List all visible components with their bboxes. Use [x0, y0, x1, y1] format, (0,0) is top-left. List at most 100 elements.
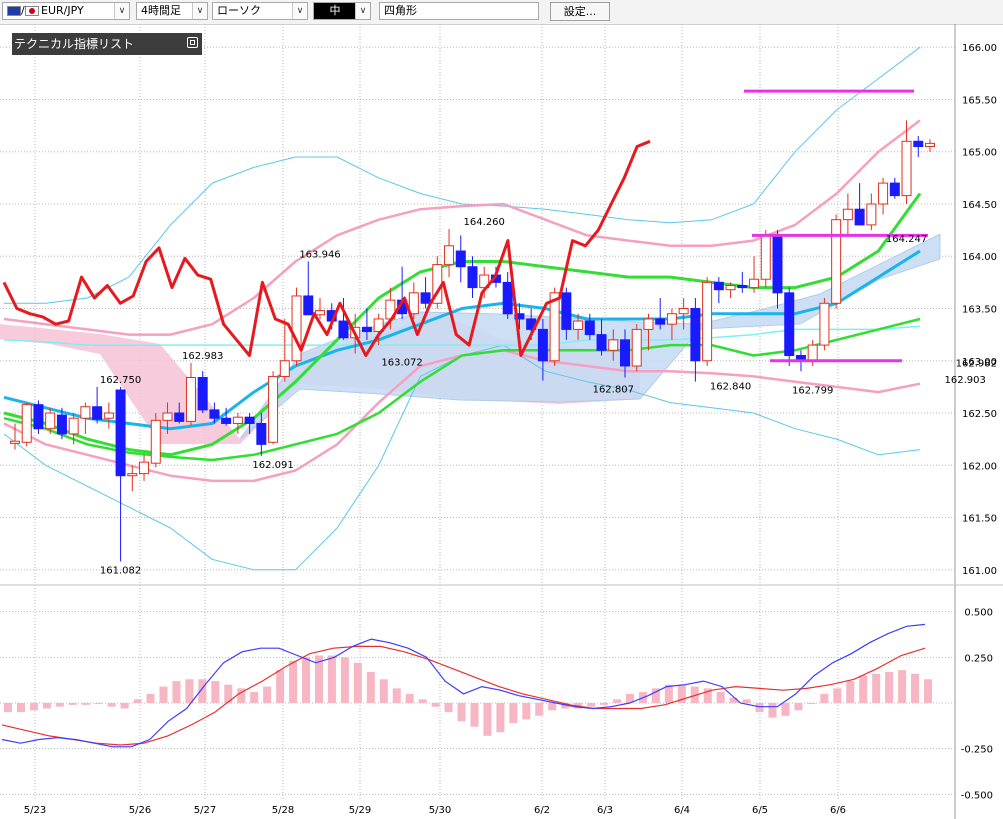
- candle-bull: [10, 440, 20, 444]
- candle-bear: [784, 292, 795, 357]
- date-tick-label: 5/23: [24, 805, 46, 816]
- candle-bear: [221, 417, 232, 424]
- macd-histogram-bar: [587, 703, 596, 707]
- candle-bull: [103, 412, 114, 419]
- price-tick-label: 164.50: [962, 200, 997, 211]
- candle-bull: [666, 313, 677, 325]
- macd-histogram-bar: [794, 703, 803, 711]
- macd-histogram-bar: [172, 681, 181, 703]
- candle-bull: [631, 328, 642, 367]
- candle-bull: [925, 142, 935, 148]
- timeframe-label: 4時間足: [141, 4, 181, 17]
- candle-bear: [244, 416, 255, 424]
- candle-bear: [197, 376, 208, 411]
- macd-histogram-bar: [742, 699, 751, 703]
- price-annotation: 164.247: [886, 234, 927, 245]
- macd-tick-label: 0.500: [964, 608, 993, 619]
- chart-type-select[interactable]: ローソク ∨: [212, 2, 308, 20]
- jp-flag-icon: [25, 6, 39, 16]
- candle-bear: [92, 406, 103, 420]
- macd-histogram-bar: [289, 660, 298, 703]
- candle-bear: [256, 422, 267, 445]
- date-tick-label: 6/3: [597, 805, 613, 816]
- candle-bull: [866, 203, 877, 226]
- indicator-list-panel[interactable]: テクニカル指標リスト: [12, 33, 202, 55]
- candle-bear: [620, 339, 630, 367]
- price-tick-label: 163.50: [962, 305, 997, 316]
- draw-shape-field[interactable]: 四角形: [379, 2, 539, 20]
- candle-bear: [737, 285, 748, 289]
- candle-bear: [854, 208, 865, 226]
- price-tick-label: 164.00: [962, 252, 997, 263]
- date-tick-label: 5/28: [272, 805, 294, 816]
- window-icon[interactable]: [187, 37, 198, 48]
- candle-bull: [725, 285, 736, 291]
- price-annotation: 162.983: [182, 351, 223, 362]
- timeframe-select[interactable]: 4時間足 ∨: [136, 2, 208, 20]
- candle-bull: [68, 417, 79, 435]
- toolbar: / EUR/JPY ∨ 4時間足 ∨ ローソク ∨ 中 ∨ 四角形 設定...: [0, 0, 1003, 25]
- macd-histogram-bar: [496, 703, 505, 733]
- draw-shape-label: 四角形: [384, 4, 417, 17]
- draw-size-label: 中: [314, 3, 356, 19]
- macd-histogram-bar: [924, 679, 932, 703]
- macd-histogram-bar: [613, 699, 622, 703]
- macd-histogram-bar: [81, 703, 90, 705]
- candle-bull: [185, 376, 196, 422]
- draw-size-select[interactable]: 中 ∨: [313, 2, 371, 20]
- date-tick-label: 6/5: [752, 805, 768, 816]
- macd-histogram-bar: [276, 670, 285, 703]
- candle-bear: [56, 414, 67, 435]
- macd-histogram-bar: [55, 703, 64, 707]
- candle-bull: [21, 404, 32, 443]
- candle-bull: [232, 416, 243, 424]
- symbol-select[interactable]: / EUR/JPY ∨: [2, 2, 130, 20]
- price-annotation: 162.903: [945, 375, 986, 386]
- price-axis: 166.00165.50165.00164.50164.00163.50163.…: [956, 43, 997, 577]
- chart-canvas[interactable]: 162.750 161.082 162.983 162.091 163.946 163.0…: [0, 24, 1003, 819]
- macd-histogram-bar: [263, 686, 272, 703]
- macd-histogram-bar: [431, 703, 440, 707]
- macd-histogram-bar: [807, 703, 816, 704]
- macd-histogram-bar: [120, 703, 129, 709]
- price-annotation: 162.807: [593, 385, 634, 396]
- candle-bull: [573, 320, 584, 330]
- candle-bear: [561, 292, 572, 330]
- candle-bear: [115, 389, 126, 477]
- macd-histogram-bar: [211, 681, 220, 703]
- candle-bear: [772, 234, 783, 294]
- macd-histogram-bar: [327, 655, 336, 703]
- date-tick-label: 5/27: [194, 805, 216, 816]
- current-price-label: 162.982: [956, 359, 997, 370]
- candle-bull: [444, 245, 455, 266]
- macd-histogram-bar: [833, 688, 842, 703]
- candle-bear: [584, 320, 595, 336]
- candle-bull: [549, 292, 560, 362]
- price-annotation: 162.840: [710, 381, 751, 392]
- price-annotation: 164.260: [464, 217, 505, 228]
- macd-histogram-bar: [159, 686, 168, 703]
- candle-bull: [807, 344, 818, 362]
- candle-bear: [174, 412, 185, 422]
- chevron-down-icon: ∨: [292, 3, 307, 19]
- settings-button[interactable]: 設定...: [550, 2, 610, 21]
- macd-histogram-bar: [68, 703, 77, 705]
- candle-bear: [209, 409, 220, 419]
- date-tick-label: 6/2: [534, 805, 550, 816]
- price-tick-label: 162.50: [962, 409, 997, 420]
- price-tick-label: 165.00: [962, 148, 997, 159]
- macd-histogram-bar: [820, 693, 829, 703]
- candle-bull: [643, 318, 654, 330]
- macd-histogram-bar: [509, 703, 518, 724]
- candle-bear: [655, 318, 666, 325]
- macd-histogram-bar: [548, 703, 557, 711]
- candle-bull: [760, 234, 771, 280]
- candle-bull: [80, 406, 91, 419]
- price-tick-label: 165.50: [962, 95, 997, 106]
- macd-histogram-bar: [470, 703, 479, 727]
- macd-tick-label: -0.500: [961, 790, 993, 801]
- price-annotation: 163.072: [381, 357, 422, 368]
- macd-histogram-bar: [185, 679, 194, 703]
- macd-histogram-bar: [302, 657, 311, 703]
- price-annotation: 161.082: [100, 565, 141, 576]
